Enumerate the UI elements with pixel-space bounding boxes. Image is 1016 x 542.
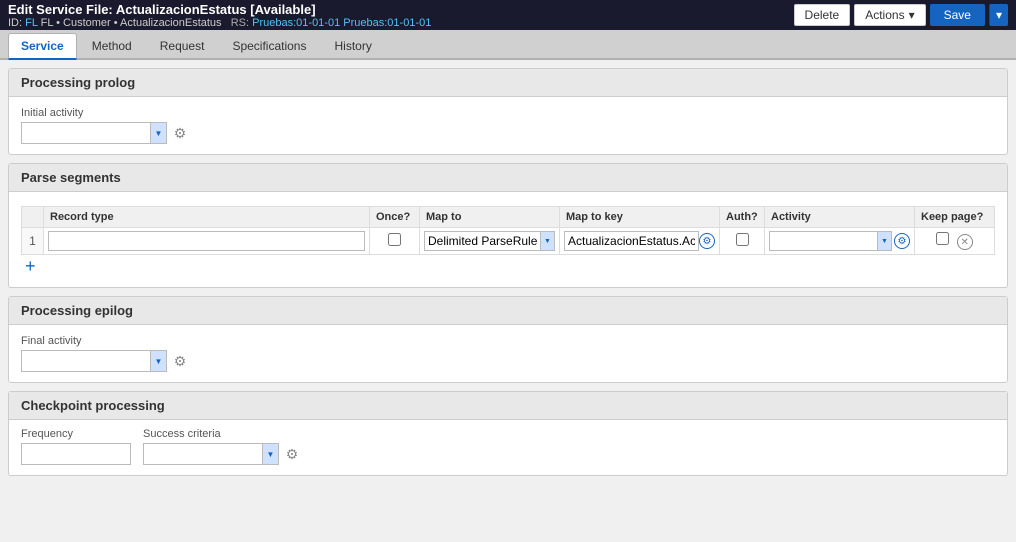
parse-segments-body: Record type Once? Map to Map to key Auth… bbox=[9, 192, 1007, 287]
rs-value: Pruebas:01-01-01 bbox=[252, 17, 340, 29]
parse-segments-section: Parse segments Record type Once? Map to … bbox=[8, 163, 1008, 288]
final-activity-input[interactable] bbox=[21, 350, 151, 372]
actions-button[interactable]: Actions ▾ bbox=[854, 4, 925, 26]
header-id: ID: FLFL FL • Customer • ActualizacionEs… bbox=[8, 17, 431, 29]
success-criteria-dropdown-arrow[interactable] bbox=[263, 443, 279, 465]
initial-activity-label: Initial activity bbox=[21, 107, 995, 119]
success-criteria-input[interactable] bbox=[143, 443, 263, 465]
content-area: Processing prolog Initial activity ⚙ Par… bbox=[0, 60, 1016, 542]
col-keep-page: Keep page? bbox=[915, 207, 995, 228]
initial-activity-dropdown-arrow[interactable] bbox=[151, 122, 167, 144]
checkpoint-processing-header: Checkpoint processing bbox=[9, 392, 1007, 420]
app-header: Edit Service File: ActualizacionEstatus … bbox=[0, 0, 1016, 30]
map-to-input[interactable] bbox=[424, 231, 541, 251]
frequency-input[interactable] bbox=[21, 443, 131, 465]
actions-chevron-icon: ▾ bbox=[909, 8, 915, 22]
processing-prolog-body: Initial activity ⚙ bbox=[9, 97, 1007, 154]
initial-activity-field: Initial activity ⚙ bbox=[21, 107, 995, 144]
final-activity-field: Final activity ⚙ bbox=[21, 335, 995, 372]
auth-checkbox[interactable] bbox=[736, 233, 749, 246]
col-record-type: Record type bbox=[44, 207, 370, 228]
processing-epilog-header: Processing epilog bbox=[9, 297, 1007, 325]
table-header-row: Record type Once? Map to Map to key Auth… bbox=[22, 207, 995, 228]
header-actions: Delete Actions ▾ Save ▾ bbox=[794, 4, 1008, 26]
fl-value: FL bbox=[25, 17, 37, 29]
final-activity-gear-icon[interactable]: ⚙ bbox=[170, 351, 190, 371]
add-row-button[interactable]: + bbox=[21, 255, 40, 277]
initial-activity-gear-icon[interactable]: ⚙ bbox=[170, 123, 190, 143]
processing-epilog-section: Processing epilog Final activity ⚙ bbox=[8, 296, 1008, 383]
tab-bar: Service Method Request Specifications Hi… bbox=[0, 30, 1016, 60]
once-cell bbox=[370, 228, 420, 255]
auth-cell bbox=[720, 228, 765, 255]
actions-label: Actions bbox=[865, 8, 904, 22]
initial-activity-input[interactable] bbox=[21, 122, 151, 144]
activity-input[interactable] bbox=[769, 231, 878, 251]
col-map-to: Map to bbox=[420, 207, 560, 228]
delete-button[interactable]: Delete bbox=[794, 4, 851, 26]
col-num bbox=[22, 207, 44, 228]
tab-service[interactable]: Service bbox=[8, 33, 77, 60]
save-dropdown-button[interactable]: ▾ bbox=[989, 4, 1008, 26]
map-to-key-cell: ⚙ bbox=[560, 228, 720, 255]
record-type-cell bbox=[44, 228, 370, 255]
col-activity: Activity bbox=[765, 207, 915, 228]
keep-page-cell: ✕ bbox=[915, 228, 995, 255]
success-criteria-field: Success criteria ⚙ bbox=[143, 428, 302, 465]
processing-prolog-section: Processing prolog Initial activity ⚙ bbox=[8, 68, 1008, 155]
checkpoint-fields: Frequency Success criteria ⚙ bbox=[9, 420, 1007, 475]
col-auth: Auth? bbox=[720, 207, 765, 228]
initial-activity-input-group: ⚙ bbox=[21, 122, 995, 144]
remove-row-icon[interactable]: ✕ bbox=[957, 234, 973, 250]
rs-label: RS: bbox=[231, 17, 249, 29]
map-to-dropdown-arrow[interactable] bbox=[541, 231, 555, 251]
map-to-key-input[interactable] bbox=[564, 231, 699, 251]
map-to-select-wrap bbox=[424, 231, 555, 251]
map-to-key-gear-icon[interactable]: ⚙ bbox=[699, 233, 715, 249]
final-activity-label: Final activity bbox=[21, 335, 995, 347]
frequency-label: Frequency bbox=[21, 428, 131, 440]
activity-select-wrap: ⚙ bbox=[769, 231, 910, 251]
checkpoint-processing-section: Checkpoint processing Frequency Success … bbox=[8, 391, 1008, 476]
processing-epilog-body: Final activity ⚙ bbox=[9, 325, 1007, 382]
row-number: 1 bbox=[22, 228, 44, 255]
save-button[interactable]: Save bbox=[930, 4, 985, 26]
activity-cell: ⚙ bbox=[765, 228, 915, 255]
final-activity-dropdown-arrow[interactable] bbox=[151, 350, 167, 372]
record-type-input[interactable] bbox=[48, 231, 365, 251]
activity-gear-icon[interactable]: ⚙ bbox=[894, 233, 910, 249]
success-criteria-gear-icon[interactable]: ⚙ bbox=[282, 444, 302, 464]
final-activity-input-group: ⚙ bbox=[21, 350, 995, 372]
map-to-key-select-wrap: ⚙ bbox=[564, 231, 715, 251]
tab-request[interactable]: Request bbox=[147, 33, 218, 58]
tab-method[interactable]: Method bbox=[79, 33, 145, 58]
map-to-cell bbox=[420, 228, 560, 255]
keep-page-checkbox[interactable] bbox=[936, 232, 949, 245]
once-checkbox[interactable] bbox=[388, 233, 401, 246]
page-title: Edit Service File: ActualizacionEstatus … bbox=[8, 2, 431, 17]
tab-history[interactable]: History bbox=[321, 33, 384, 58]
table-row: 1 bbox=[22, 228, 995, 255]
col-once: Once? bbox=[370, 207, 420, 228]
success-criteria-input-group: ⚙ bbox=[143, 443, 302, 465]
parse-segments-header: Parse segments bbox=[9, 164, 1007, 192]
parse-segments-table: Record type Once? Map to Map to key Auth… bbox=[21, 206, 995, 255]
activity-dropdown-arrow[interactable] bbox=[878, 231, 892, 251]
frequency-field: Frequency bbox=[21, 428, 131, 465]
id-label: ID: bbox=[8, 17, 22, 29]
tab-specifications[interactable]: Specifications bbox=[219, 33, 319, 58]
col-map-to-key: Map to key bbox=[560, 207, 720, 228]
success-criteria-label: Success criteria bbox=[143, 428, 302, 440]
processing-prolog-header: Processing prolog bbox=[9, 69, 1007, 97]
